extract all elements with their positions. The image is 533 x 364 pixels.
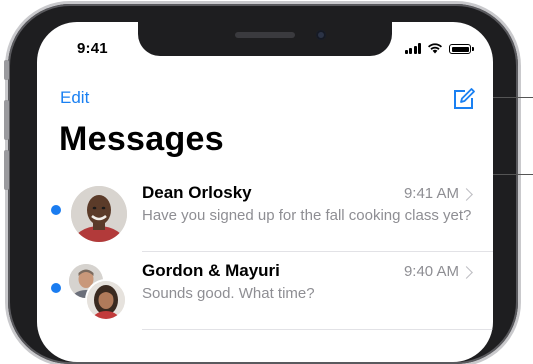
chevron-right-icon bbox=[460, 188, 473, 201]
iphone-screen: 9:41 Edit Messages Dean Orlosky 9:41 AM … bbox=[37, 22, 493, 362]
conversation-preview: Have you signed up for the fall cooking … bbox=[142, 207, 472, 224]
conversation-row[interactable]: Dean Orlosky 9:41 AM Have you signed up … bbox=[37, 174, 493, 252]
conversation-time: 9:40 AM bbox=[403, 263, 459, 280]
conversation-name: Dean Orlosky bbox=[142, 183, 252, 202]
compose-button[interactable] bbox=[449, 84, 479, 114]
conversation-preview: Sounds good. What time? bbox=[142, 285, 315, 302]
volume-down-button bbox=[4, 150, 9, 190]
conversation-row[interactable]: Gordon & Mayuri 9:40 AM Sounds good. Wha… bbox=[37, 252, 493, 330]
cellular-signal-icon bbox=[404, 43, 421, 54]
volume-up-button bbox=[4, 100, 9, 140]
status-icons bbox=[404, 42, 474, 54]
chevron-right-icon bbox=[460, 266, 473, 279]
battery-icon bbox=[449, 44, 474, 54]
notch bbox=[138, 22, 392, 56]
avatar bbox=[87, 281, 125, 319]
avatar bbox=[71, 186, 127, 242]
page-title: Messages bbox=[59, 120, 224, 158]
compose-icon bbox=[454, 88, 475, 109]
speaker-grille bbox=[235, 32, 295, 38]
conversation-name: Gordon & Mayuri bbox=[142, 261, 280, 280]
unread-indicator bbox=[51, 205, 61, 215]
edit-button[interactable]: Edit bbox=[60, 88, 89, 108]
status-bar-time: 9:41 bbox=[77, 40, 108, 57]
front-camera bbox=[316, 30, 326, 40]
conversation-time: 9:41 AM bbox=[403, 185, 459, 202]
wifi-icon bbox=[428, 43, 442, 54]
mute-switch bbox=[4, 60, 9, 80]
unread-indicator bbox=[51, 283, 61, 293]
row-separator bbox=[142, 329, 493, 330]
